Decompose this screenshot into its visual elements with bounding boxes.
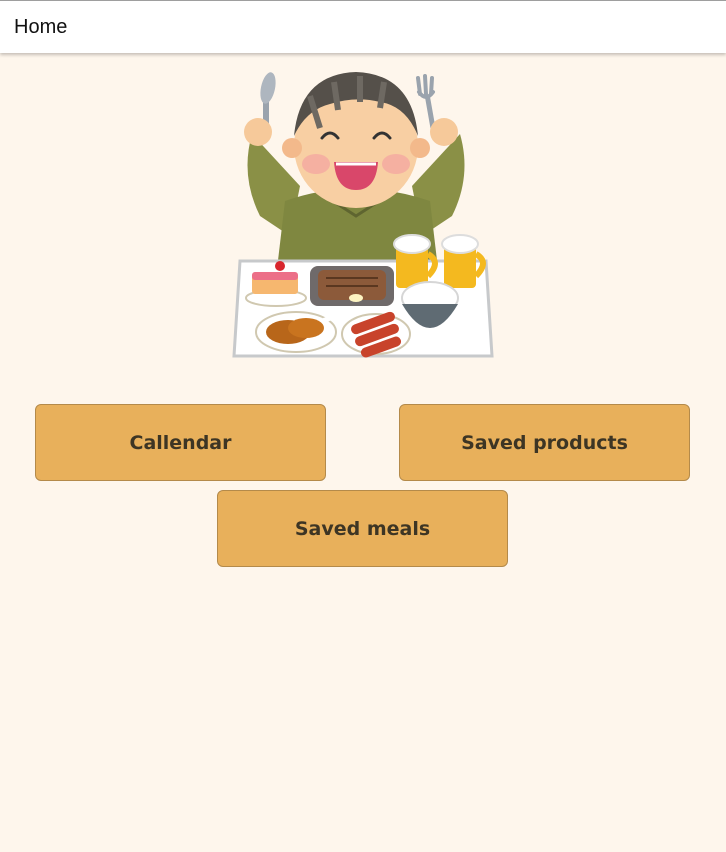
calendar-button[interactable]: Callendar <box>35 404 326 481</box>
hero-illustration <box>230 66 496 360</box>
steak-icon <box>310 266 394 306</box>
app-bar: Home <box>0 0 726 53</box>
page-title: Home <box>14 16 68 38</box>
saved-products-button[interactable]: Saved products <box>399 404 690 481</box>
saved-meals-button[interactable]: Saved meals <box>217 490 508 567</box>
fried-chicken-icon <box>255 311 337 353</box>
